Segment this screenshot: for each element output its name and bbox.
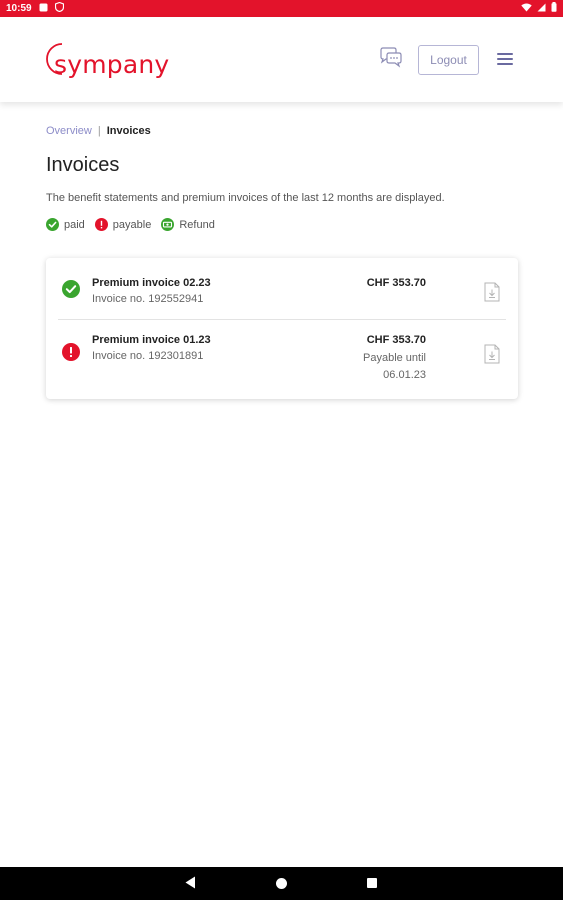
- payable-until: Payable until 06.01.23: [363, 350, 426, 384]
- legend-item-payable: payable: [94, 218, 152, 231]
- payable-until-label: Payable until: [363, 352, 426, 364]
- legend-item-refund: Refund: [161, 218, 215, 231]
- invoice-amount: CHF 353.70: [366, 334, 426, 346]
- breadcrumb: Overview | Invoices: [46, 125, 151, 137]
- recent-apps-icon[interactable]: [367, 878, 377, 888]
- page-title: Invoices: [46, 154, 120, 176]
- invoice-list-card: Premium invoice 02.23 Invoice no. 192552…: [46, 258, 518, 399]
- paid-check-icon: [62, 280, 80, 298]
- legend-payable-label: payable: [112, 218, 152, 231]
- battery-icon: [551, 2, 557, 15]
- legend-item-paid: paid: [46, 218, 85, 231]
- chat-button[interactable]: [378, 47, 404, 69]
- status-legend: paid payable Refund: [46, 218, 225, 231]
- download-pdf-icon[interactable]: [484, 282, 500, 302]
- wifi-icon: [521, 3, 532, 15]
- payable-alert-icon: [62, 343, 80, 361]
- invoice-row[interactable]: Premium invoice 01.23 Invoice no. 192301…: [46, 319, 518, 399]
- system-nav-bar: [0, 867, 563, 900]
- legend-paid-label: paid: [64, 218, 85, 231]
- payable-alert-icon: [94, 218, 108, 231]
- sympany-logo[interactable]: sympany: [0, 17, 169, 102]
- invoice-number: Invoice no. 192552941: [92, 293, 204, 305]
- invoice-amount: CHF 353.70: [366, 277, 426, 289]
- breadcrumb-overview-link[interactable]: Overview: [46, 125, 92, 137]
- hamburger-menu-icon[interactable]: [497, 53, 513, 67]
- shield-icon: [54, 1, 64, 15]
- legend-refund-label: Refund: [179, 218, 215, 231]
- logo-text: sympany: [54, 50, 170, 79]
- download-pdf-icon[interactable]: [484, 344, 500, 364]
- invoice-title: Premium invoice 02.23: [92, 277, 211, 289]
- logout-button[interactable]: Logout: [418, 45, 479, 75]
- breadcrumb-separator: |: [97, 125, 101, 137]
- invoice-title: Premium invoice 01.23: [92, 334, 211, 346]
- invoice-row[interactable]: Premium invoice 02.23 Invoice no. 192552…: [46, 258, 518, 319]
- breadcrumb-current: Invoices: [106, 125, 151, 137]
- status-time: 10:59: [6, 3, 32, 14]
- chat-bubbles-icon: [380, 47, 402, 68]
- status-bar: 10:59: [0, 0, 563, 17]
- invoice-number: Invoice no. 192301891: [92, 350, 204, 362]
- payable-until-date: 06.01.23: [383, 369, 426, 381]
- signal-icon: [537, 3, 546, 15]
- page-description: The benefit statements and premium invoi…: [46, 192, 445, 204]
- back-icon[interactable]: [185, 876, 196, 889]
- refund-money-icon: [161, 218, 175, 231]
- paid-check-icon: [46, 218, 59, 231]
- app-screen: 10:59 sympany Logout Overview | Invoices…: [0, 0, 563, 900]
- notification-icon: [39, 3, 48, 15]
- home-icon[interactable]: [276, 878, 287, 889]
- app-header: sympany Logout: [0, 17, 563, 102]
